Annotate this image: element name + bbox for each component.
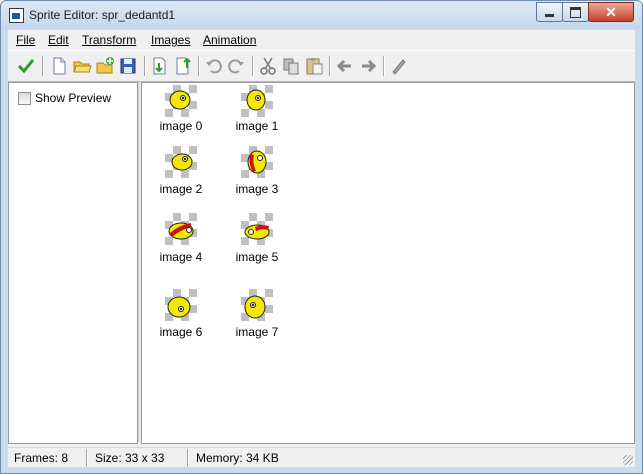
image-caption: image 6 [159,325,203,339]
image-caption: image 5 [235,250,279,264]
menu-animation[interactable]: Animation [203,33,256,47]
image-thumbnail[interactable] [165,213,197,245]
open-sprite-button[interactable] [72,56,92,76]
image-caption: image 3 [235,182,279,196]
title-bar[interactable]: Sprite Editor: spr_dedantd1 ✕ [1,1,642,29]
client-area: File Edit Transform Images Animation Sho… [8,30,635,467]
paste-icon [306,58,323,75]
image-caption: image 7 [235,325,279,339]
sprite-image [244,224,270,240]
minimize-icon [545,14,554,17]
maximize-icon [570,7,581,18]
save-button[interactable] [118,56,138,76]
show-preview-checkbox[interactable] [18,92,31,105]
open-folder-icon [73,61,92,73]
sprite-image [244,295,266,319]
add-from-file-icon [96,57,114,74]
arrow-left-icon [336,59,351,73]
maximize-button[interactable] [562,2,589,22]
export-button[interactable] [173,56,193,76]
image-thumbnail[interactable] [241,85,273,117]
save-icon [120,58,136,74]
undo-button[interactable] [204,56,224,76]
sprite-image [247,150,267,174]
app-icon [9,8,24,23]
copy-icon [283,58,299,75]
paste-button[interactable] [304,56,324,76]
edit-image-button[interactable] [389,56,409,76]
redo-icon [228,59,244,74]
image-thumbnail[interactable] [165,146,197,178]
image-thumbnail[interactable] [165,85,197,117]
memory-usage: Memory: 34 KB [196,451,279,465]
menu-edit[interactable]: Edit [48,33,69,47]
menu-bar: File Edit Transform Images Animation [8,30,635,50]
checkmark-icon [17,59,35,74]
redo-button[interactable] [226,56,246,76]
cut-button[interactable] [258,56,278,76]
sprite-size: Size: 33 x 33 [95,451,165,465]
sprite-image [167,296,191,318]
menu-file[interactable]: File [16,33,35,47]
image-thumbnail[interactable] [241,213,273,245]
minimize-button[interactable] [536,2,563,22]
frames-count: Frames: 8 [14,451,69,465]
sprite-editor-window: Sprite Editor: spr_dedantd1 ✕ File Edit … [0,0,643,474]
cut-icon [260,57,276,75]
status-bar: Frames: 8 Size: 33 x 33 Memory: 34 KB [8,447,635,467]
sprite-image [168,222,194,240]
pencil-icon [392,59,406,75]
image-caption: image 1 [235,119,279,133]
image-list-panel: image 0 image 1 image 2 image 3 image 4 … [141,82,635,444]
close-icon: ✕ [605,4,617,20]
confirm-button[interactable] [16,56,36,76]
close-button[interactable]: ✕ [588,2,634,22]
export-up-icon [176,57,191,75]
show-preview-label[interactable]: Show Preview [35,91,111,105]
menu-transform[interactable]: Transform [82,33,136,47]
image-thumbnail[interactable] [241,289,273,321]
new-sprite-button[interactable] [49,56,69,76]
previous-button[interactable] [335,56,355,76]
sprite-image [169,90,191,110]
image-thumbnail[interactable] [165,289,197,321]
menu-images[interactable]: Images [151,33,190,47]
undo-icon [206,59,222,74]
arrow-right-icon [362,59,377,73]
image-caption: image 4 [159,250,203,264]
import-down-icon [153,57,166,75]
image-caption: image 0 [159,119,203,133]
copy-button[interactable] [281,56,301,76]
toolbar [8,50,635,82]
options-panel: Show Preview [8,82,138,444]
resize-grip-icon[interactable] [623,455,633,465]
image-thumbnail[interactable] [241,146,273,178]
next-button[interactable] [358,56,378,76]
sprite-image [171,153,193,171]
window-title: Sprite Editor: spr_dedantd1 [29,8,176,22]
sprite-image [246,89,266,111]
new-document-icon [53,57,66,75]
image-caption: image 2 [159,182,203,196]
import-button[interactable] [150,56,170,76]
add-from-file-button[interactable] [95,56,115,76]
